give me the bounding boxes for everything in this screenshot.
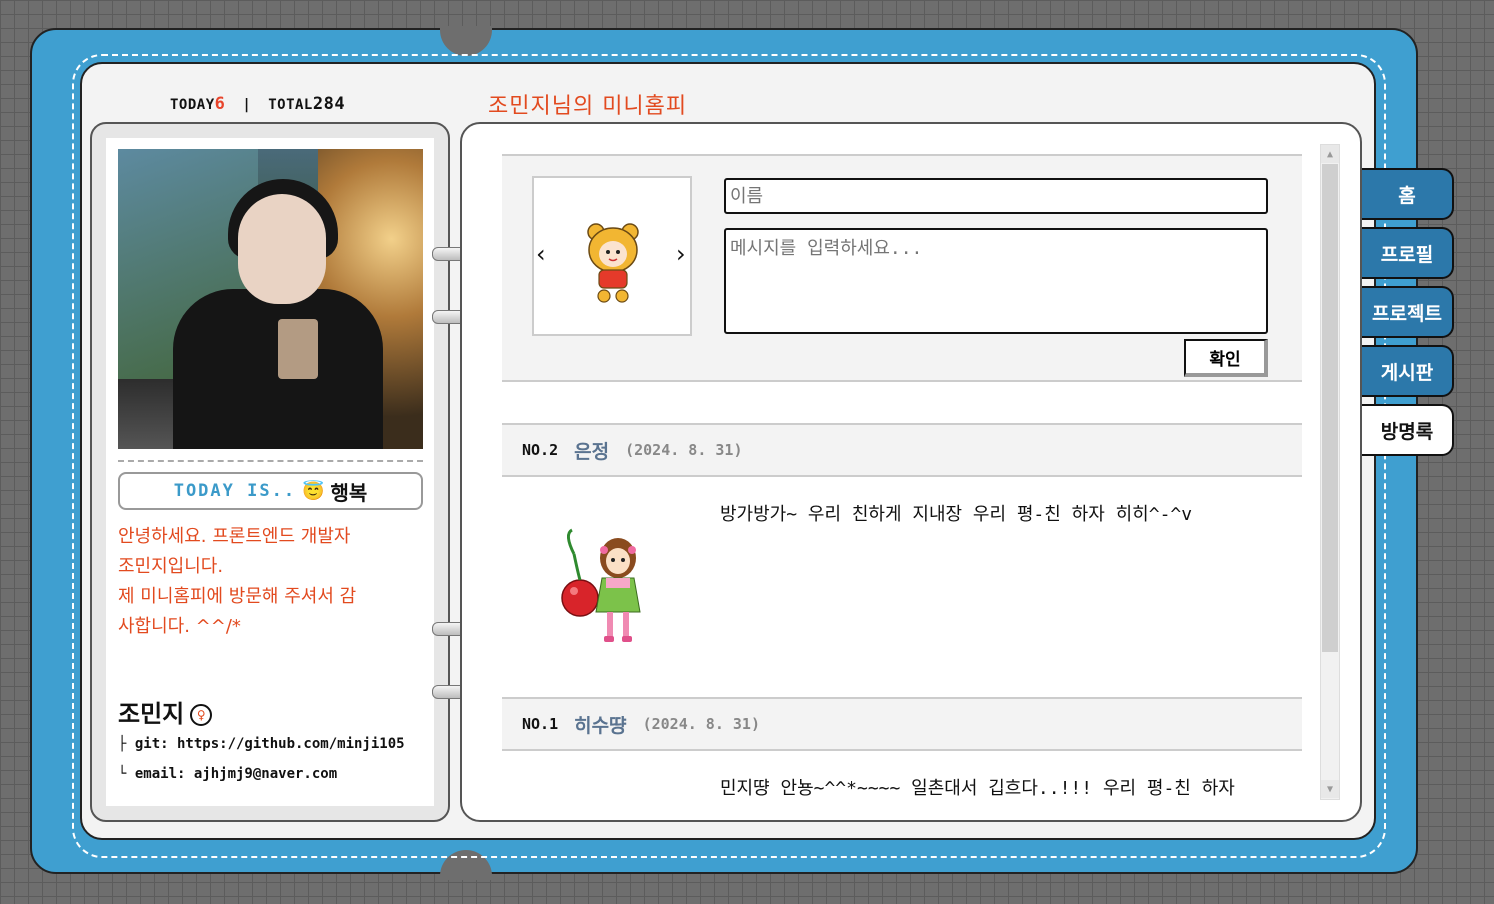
total-label: TOTAL [268,97,313,113]
intro-line: 제 미니홈피에 방문해 주셔서 감 [118,586,357,607]
cherry-girl-icon [561,528,641,642]
intro-line: 조민지입니다. [118,556,224,577]
prev-avatar-icon[interactable]: ‹ [536,240,546,268]
entry-number: NO.2 [522,441,559,459]
profile-name: 조민지 [118,700,185,728]
site-title: 조민지님의 미니홈피 [488,94,688,119]
female-icon: ♀ [190,704,213,726]
next-avatar-icon[interactable]: › [676,240,686,268]
entry-writer[interactable]: 은정 [574,437,609,464]
tab-profile[interactable]: 프로필 [1362,227,1454,279]
profile-name-row: 조민지 ♀ [118,694,213,729]
intro-line: 사합니다. ^^/* [118,616,241,637]
entry-message: 방가방가~ 우리 친하게 지내장 우리 평-친 하자 히히^-^v [720,504,1193,525]
book-notch-top [440,26,492,56]
today-mood-box: TODAY IS.. 😇 행복 [118,472,423,510]
profile-photo [118,149,423,449]
divider [118,460,423,462]
scroll-up-icon[interactable]: ▲ [1321,145,1339,163]
entry-date: (2024. 8. 31) [625,441,743,459]
visitor-counter: TODAY6 | TOTAL284 [170,94,345,114]
email-link[interactable]: └ email: ajhjmj9@naver.com [118,766,337,782]
tab-guestbook[interactable]: 방명록 [1362,404,1454,456]
submit-button[interactable]: 확인 [1184,339,1268,377]
today-count: 6 [214,94,226,114]
tab-home[interactable]: 홈 [1362,168,1454,220]
counter-divider: | [242,97,252,113]
entry-number: NO.1 [522,715,559,733]
mood-text: 행복 [330,480,368,505]
guestbook-entry-header: NO.2 은정 (2024. 8. 31) [502,423,1302,477]
scroll-down-icon[interactable]: ▼ [1321,780,1339,798]
entry-writer[interactable]: 히수땽 [574,711,626,738]
intro-line: 안녕하세요. 프론트엔드 개발자 [118,526,351,547]
entry-message: 민지땽 안뇽~^^*~~~~ 일촌대서 깁흐다..!!! 우리 평-친 하자 [720,778,1235,799]
mood-emoji-icon: 😇 [302,480,325,502]
pooh-avatar-icon [587,223,639,303]
guest-message-input[interactable] [724,228,1268,334]
tab-board[interactable]: 게시판 [1362,345,1454,397]
scrollbar-thumb[interactable] [1322,164,1338,652]
entry-date: (2024. 8. 31) [642,715,760,733]
guestbook-entry-header: NO.1 히수땽 (2024. 8. 31) [502,697,1302,751]
total-count: 284 [312,94,346,114]
today-is-label: TODAY IS.. [173,481,297,501]
today-label: TODAY [170,97,215,113]
guest-name-input[interactable] [724,178,1268,214]
tab-project[interactable]: 프로젝트 [1362,286,1454,338]
profile-intro: 안녕하세요. 프론트엔드 개발자 조민지입니다. 제 미니홈피에 방문해 주셔서… [118,522,423,642]
github-link[interactable]: ├ git: https://github.com/minji105 [118,736,405,752]
